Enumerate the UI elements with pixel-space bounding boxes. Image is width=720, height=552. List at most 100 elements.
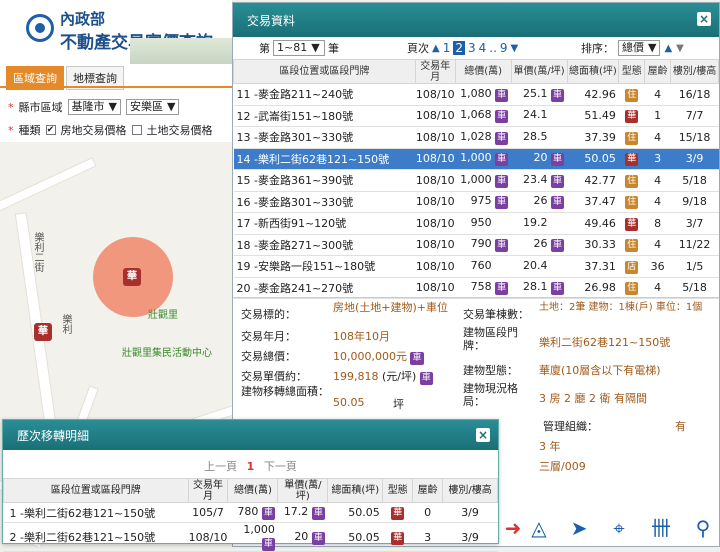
cell-ym: 108/10 <box>415 126 456 149</box>
cell-floor: 7/7 <box>670 105 719 127</box>
total-text: 1,080 <box>460 86 492 100</box>
search-map-icon[interactable]: ⌖ <box>606 515 632 541</box>
map-road-label: 樂利 <box>60 314 71 334</box>
type-badge: 店 <box>625 260 639 274</box>
transaction-table: 區段位置或區段門牌 交易年月 總價(萬) 單價(萬/坪) 總面積(坪) 型態 屋… <box>233 59 719 299</box>
cell-ym: 108/10 <box>415 83 456 106</box>
more-tools-icon[interactable]: ➜ <box>500 515 526 541</box>
search-panel: 內政部 不動產交易實價查詢 區域查詢 地標查詢 * 縣市區域 基隆市▼ 安樂區▼… <box>0 0 232 142</box>
parking-badge: 車 <box>551 174 565 188</box>
parking-badge: 車 <box>551 153 565 167</box>
parking-badge: 車 <box>311 507 325 520</box>
district-select[interactable]: 安樂區 ▼ <box>125 99 180 115</box>
cell-address: 12 -武崙街151~180號 <box>233 105 416 127</box>
table-row[interactable]: 19 -安樂路一段151~180號108/10760 車20.4 車37.31店… <box>233 255 719 278</box>
table-row[interactable]: 17 -新西街91~120號108/10950 車19.2 車49.46華83/… <box>233 212 719 235</box>
cell-age: 4 <box>644 83 671 106</box>
col-header[interactable]: 樓別/樓高 <box>670 59 719 84</box>
measure-icon[interactable]: ◬ <box>526 515 552 541</box>
table-row[interactable]: 13 -麥金路301~330號108/101,028 車28.5 車37.39住… <box>233 126 719 149</box>
cell-type: 住 <box>618 234 645 256</box>
cell-area: 42.96 <box>567 83 619 106</box>
building-pin[interactable]: 華 <box>34 323 52 341</box>
parking-badge: 車 <box>311 531 325 545</box>
detail-unit-value: 199,818 <box>333 370 379 383</box>
history-title: 歷次移轉明細 <box>17 428 90 443</box>
table-row[interactable]: 15 -麥金路361~390號 108/10 1,000 車 23.4 車 42.77 住… <box>233 169 719 192</box>
land-price-checkbox[interactable] <box>131 125 142 135</box>
grid-icon[interactable]: 卌 <box>648 515 674 541</box>
col-header[interactable]: 單價(萬/坪) <box>510 59 568 84</box>
page-link[interactable]: 3 <box>468 41 476 55</box>
col-header[interactable]: 總價(萬) <box>454 59 512 84</box>
next-page-link[interactable]: 下一頁 <box>264 460 297 473</box>
detail-label: 交易筆棟數： <box>463 308 529 321</box>
map-poi-label: 壯觀里集民活動中心 <box>122 348 212 359</box>
table-row[interactable]: 16 -麥金路301~330號 108/10 975 車 26 車 37.47 住 4 9/1… <box>233 191 719 213</box>
col-header: 型態 <box>382 478 414 503</box>
close-icon[interactable]: × <box>476 428 490 442</box>
house-price-checkbox[interactable]: ✔ <box>45 125 56 135</box>
table-header: 區段位置或區段門牌 交易年月 總價(萬) 單價(萬/坪) 總面積(坪) 型態 屋… <box>3 478 498 503</box>
cell-area: 42.77 <box>567 169 619 192</box>
parking-badge: 車 <box>551 88 565 102</box>
pin-icon[interactable]: ⚲ <box>690 515 716 541</box>
detail-label: 交易年月： <box>241 330 296 343</box>
cell-floor: 3/9 <box>442 522 498 552</box>
page-link-current[interactable]: 2 <box>453 41 465 55</box>
next-page-icon[interactable]: ▼ <box>511 43 519 54</box>
sort-select[interactable]: 總價 ▼ <box>618 40 661 56</box>
panel-titlebar[interactable]: 交易資料 × <box>233 3 719 37</box>
history-titlebar[interactable]: 歷次移轉明細 × <box>3 420 498 450</box>
table-row[interactable]: 12 -武崙街151~180號108/101,068 車24.1 車51.49華… <box>233 105 719 127</box>
cell-floor: 3/7 <box>670 212 719 235</box>
table-row[interactable]: 14 -樂利二街62巷121~150號 108/10 1,000 車 20 車 50.0… <box>233 148 719 170</box>
sort-desc-icon[interactable]: ▼ <box>676 43 684 54</box>
col-header[interactable]: 區段位置或區段門牌 <box>233 59 416 84</box>
cell-type: 住 <box>618 169 645 192</box>
table-row[interactable]: 20 -麥金路241~270號 108/10 758 車 28.1 車 26.98 住 4 5… <box>233 277 719 299</box>
cell-ym: 105/7 <box>188 502 228 523</box>
cell-total: 760 車 <box>455 255 512 278</box>
unit-text: 28.1 <box>523 280 548 294</box>
detail-mgmt-value: 有 <box>675 420 686 433</box>
address-text: -麥金路301~330號 <box>254 131 354 145</box>
close-icon[interactable]: × <box>697 12 711 26</box>
cell-total: 1,080 車 <box>455 83 512 106</box>
cell-address: 2 -樂利二街62巷121~150號 <box>3 522 188 552</box>
history-table: 區段位置或區段門牌 交易年月 總價(萬) 單價(萬/坪) 總面積(坪) 型態 屋… <box>3 478 498 552</box>
prev-page-link[interactable]: 上一頁 <box>204 460 237 473</box>
type-row: * 種類 ✔ 房地交易價格 土地交易價格 <box>8 122 213 138</box>
parking-badge: 車 <box>495 282 509 296</box>
total-text: 1,000 <box>460 151 492 165</box>
page-link[interactable]: 1 <box>443 41 451 55</box>
locate-icon[interactable]: ➤ <box>566 515 592 541</box>
sort-asc-icon[interactable]: ▲ <box>664 43 672 54</box>
cell-unit: 25.1 車 <box>511 83 568 106</box>
cell-age: 0 <box>412 502 443 523</box>
page-link[interactable]: 9 <box>500 41 508 55</box>
history-pager: 上一頁 1 下一頁 <box>3 458 498 474</box>
page-link[interactable]: 4 <box>479 41 487 55</box>
parking-badge: 車 <box>495 196 509 210</box>
table-row[interactable]: 2 -樂利二街62巷121~150號 108/10 1,000 車 20 車 50.05… <box>3 522 498 552</box>
detail-btype-value: 華廈(10層含以下有電梯) <box>539 364 661 377</box>
detail-age-value: 3 年 <box>539 440 561 453</box>
record-range-select[interactable]: 1~81 ▼ <box>273 40 325 56</box>
table-row[interactable]: 18 -麥金路271~300號 108/10 790 車 26 車 30.33 住 4 11/… <box>233 234 719 256</box>
address-text: -武崙街151~180號 <box>254 109 354 123</box>
col-header[interactable]: 型態 <box>618 59 646 84</box>
col-header[interactable]: 交易年月 <box>414 59 456 84</box>
city-select[interactable]: 基隆市 ▼ <box>67 99 121 115</box>
prev-page-icon[interactable]: ▲ <box>432 43 440 54</box>
cell-unit: 24.1 車 <box>511 105 568 127</box>
table-row[interactable]: 1 -樂利二街62巷121~150號 105/7 780 車 17.2 車 50.05 華… <box>3 502 498 523</box>
col-header[interactable]: 屋齡 <box>644 59 672 84</box>
pager-bar: 第 1~81 ▼ 筆 頁次 ▲ 1 2 3 4 .. 9 ▼ 排序： 總價 ▼ ▲ … <box>233 37 719 59</box>
building-pin[interactable]: 華 <box>123 268 141 286</box>
address-text: -麥金路271~300號 <box>254 238 354 252</box>
table-row[interactable]: 11 -麥金路211~240號 108/10 1,080 車 25.1 車 42.96 住… <box>233 83 719 106</box>
cell-type: 華 <box>618 212 645 235</box>
col-header[interactable]: 總面積(坪) <box>566 59 620 84</box>
address-text: -麥金路241~270號 <box>254 281 354 295</box>
